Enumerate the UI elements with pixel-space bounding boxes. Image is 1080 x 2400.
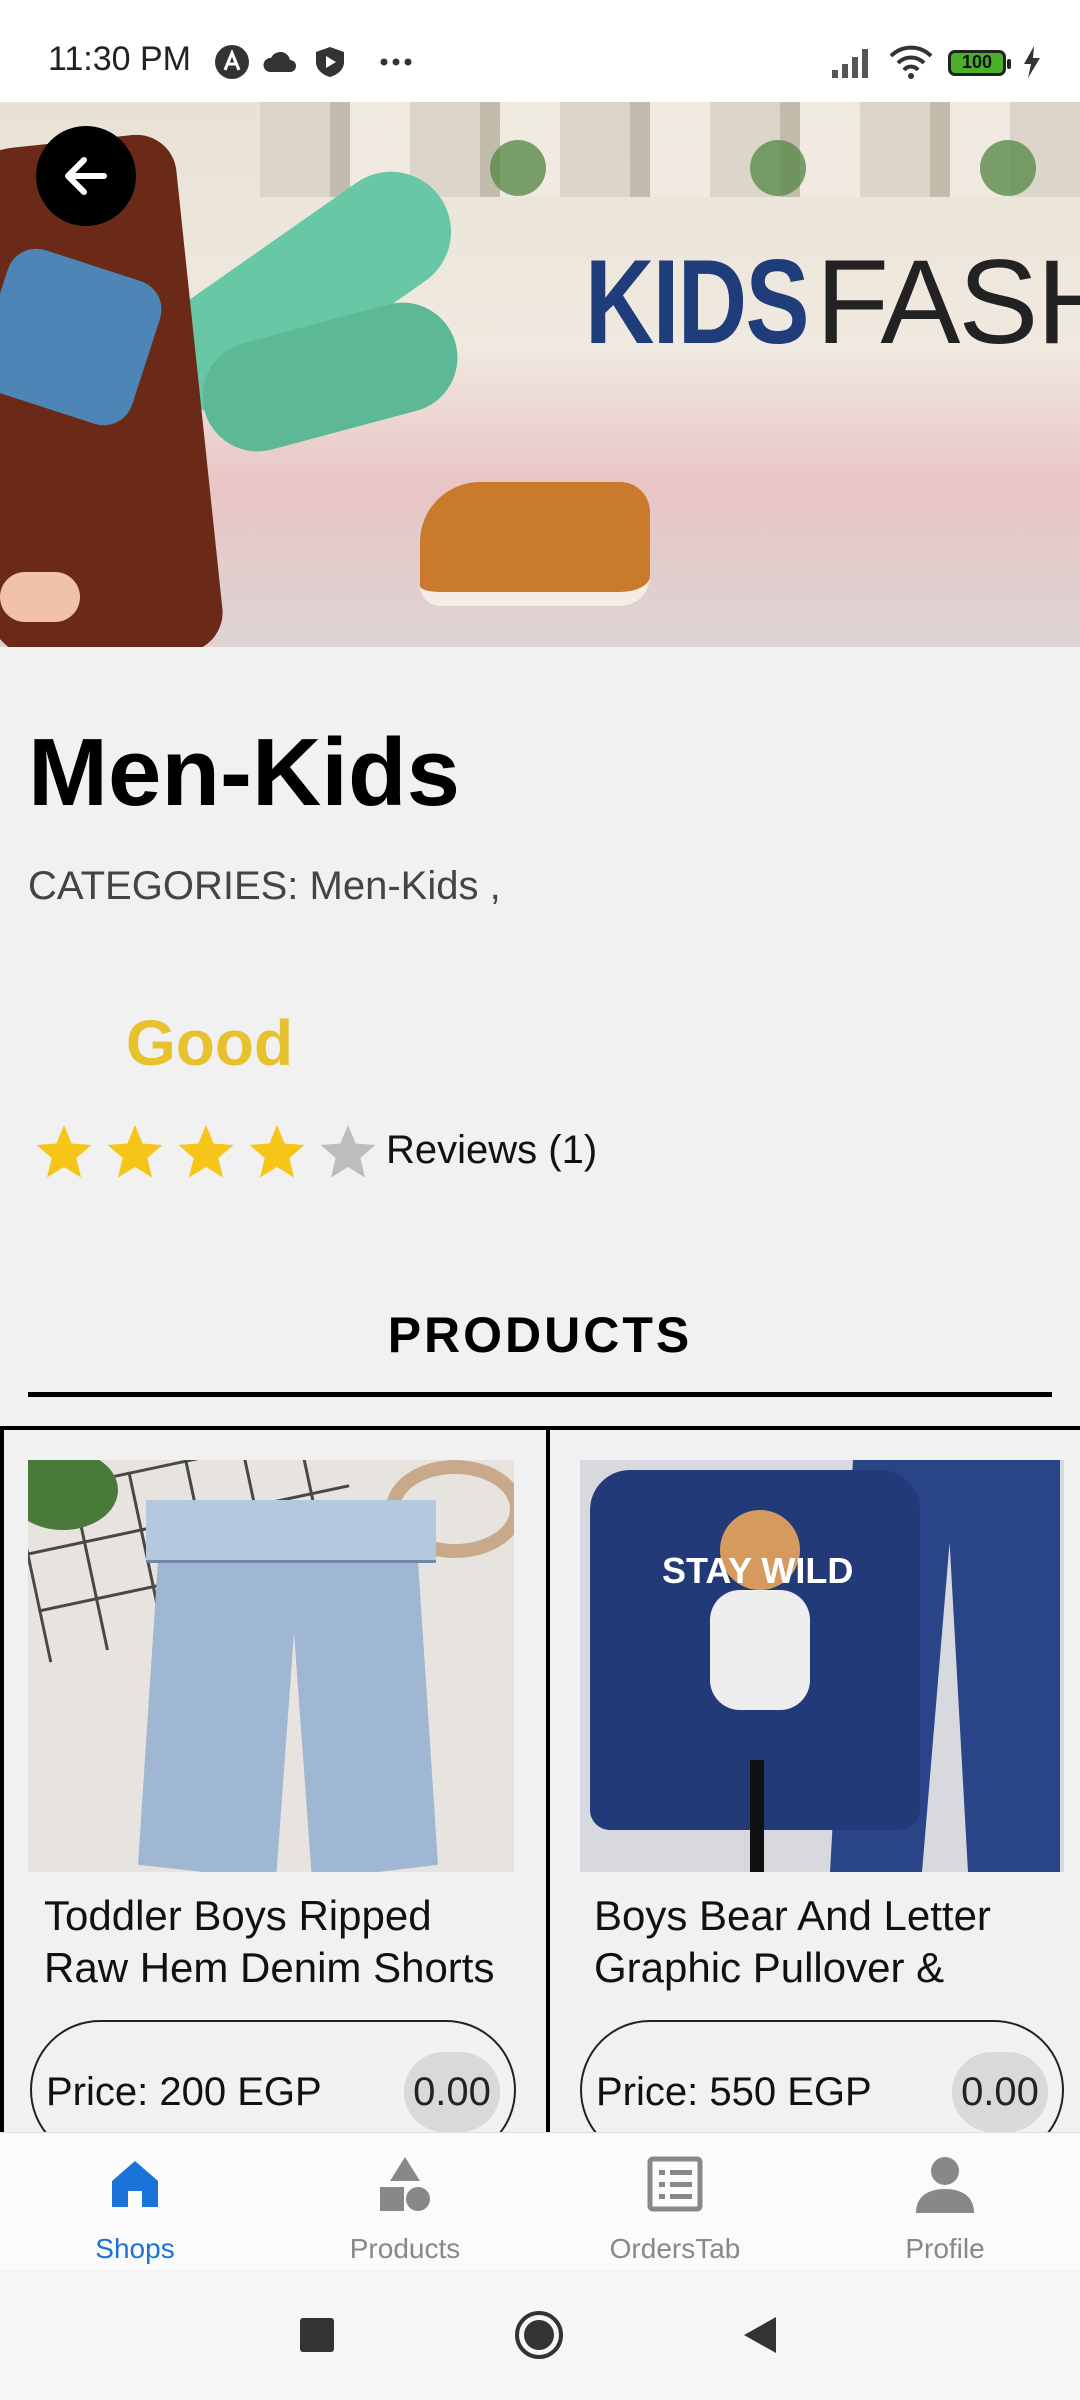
product-image bbox=[28, 1460, 514, 1872]
banner-text-light: FASH bbox=[815, 235, 1080, 369]
shield-play-icon bbox=[316, 47, 344, 77]
wifi-icon bbox=[889, 45, 933, 79]
nav-tab-shops[interactable]: Shops bbox=[0, 2133, 270, 2271]
star-filled-icon bbox=[249, 1125, 305, 1178]
nav-tab-products[interactable]: Products bbox=[270, 2133, 540, 2271]
nav-tab-orders[interactable]: OrdersTab bbox=[540, 2133, 810, 2271]
bottom-nav: Shops Products OrdersTab Profile bbox=[0, 2132, 1080, 2271]
star-empty-icon bbox=[320, 1125, 376, 1178]
banner-text: KIDSFASH bbox=[585, 242, 1080, 362]
nav-label-orders: OrdersTab bbox=[609, 2233, 741, 2264]
products-tab-heading[interactable]: PRODUCTS bbox=[0, 1306, 1080, 1364]
app-icon bbox=[215, 45, 249, 79]
home-circle-icon[interactable] bbox=[514, 2310, 564, 2360]
product-image: STAY WILD bbox=[580, 1460, 1064, 1872]
star-filled-icon bbox=[107, 1125, 163, 1178]
product-image-text: STAY WILD bbox=[662, 1550, 854, 1591]
person-icon bbox=[916, 2157, 974, 2213]
price-pill: Price: 200 EGP 0.00 bbox=[30, 2020, 516, 2132]
products-tab-indicator bbox=[28, 1392, 1052, 1397]
charging-icon bbox=[1024, 46, 1040, 78]
product-price: Price: 200 EGP bbox=[46, 2070, 322, 2114]
reviews-link[interactable]: Reviews (1) bbox=[386, 1128, 597, 1173]
rating-stars bbox=[34, 1122, 389, 1188]
price-badge: 0.00 bbox=[404, 2052, 500, 2132]
battery-icon: 100 bbox=[948, 50, 1011, 76]
shop-title: Men-Kids bbox=[28, 719, 460, 826]
system-nav-bar bbox=[0, 2270, 1080, 2400]
status-time: 11:30 PM bbox=[48, 40, 192, 78]
arrow-left-icon bbox=[65, 157, 107, 195]
shapes-icon bbox=[380, 2157, 430, 2211]
rating-word: Good bbox=[126, 1007, 294, 1079]
product-card[interactable]: STAY WILD Boys Bear And Letter Graphic P… bbox=[546, 1426, 1080, 2132]
home-icon bbox=[112, 2161, 158, 2207]
status-bar: 11:30 PM 100 bbox=[0, 0, 1080, 102]
cloud-icon bbox=[263, 51, 296, 72]
back-button[interactable] bbox=[36, 126, 136, 226]
recents-icon[interactable] bbox=[292, 2310, 342, 2360]
back-triangle-icon[interactable] bbox=[736, 2310, 786, 2360]
nav-label-products: Products bbox=[349, 2233, 461, 2264]
product-name: Toddler Boys Ripped Raw Hem Denim Shorts bbox=[44, 1892, 495, 1991]
product-name: Boys Bear And Letter Graphic Pullover & … bbox=[594, 1892, 991, 2000]
price-badge: 0.00 bbox=[952, 2052, 1048, 2132]
list-icon bbox=[647, 2156, 703, 2212]
more-dots-icon bbox=[380, 58, 412, 66]
shop-banner-image: KIDSFASH bbox=[0, 102, 1080, 647]
product-grid: Toddler Boys Ripped Raw Hem Denim Shorts… bbox=[0, 1426, 1080, 2132]
nav-label-profile: Profile bbox=[905, 2233, 985, 2264]
signal-icon bbox=[832, 49, 868, 78]
product-price: Price: 550 EGP bbox=[596, 2070, 872, 2114]
battery-level: 100 bbox=[961, 52, 993, 72]
shop-categories: CATEGORIES: Men-Kids , bbox=[28, 864, 501, 908]
star-filled-icon bbox=[36, 1125, 92, 1178]
star-filled-icon bbox=[178, 1125, 234, 1178]
price-pill: Price: 550 EGP 0.00 bbox=[580, 2020, 1064, 2132]
banner-text-bold: KIDS bbox=[585, 235, 810, 369]
product-card[interactable]: Toddler Boys Ripped Raw Hem Denim Shorts… bbox=[0, 1426, 550, 2132]
nav-label-shops: Shops bbox=[95, 2233, 175, 2264]
nav-tab-profile[interactable]: Profile bbox=[810, 2133, 1080, 2271]
